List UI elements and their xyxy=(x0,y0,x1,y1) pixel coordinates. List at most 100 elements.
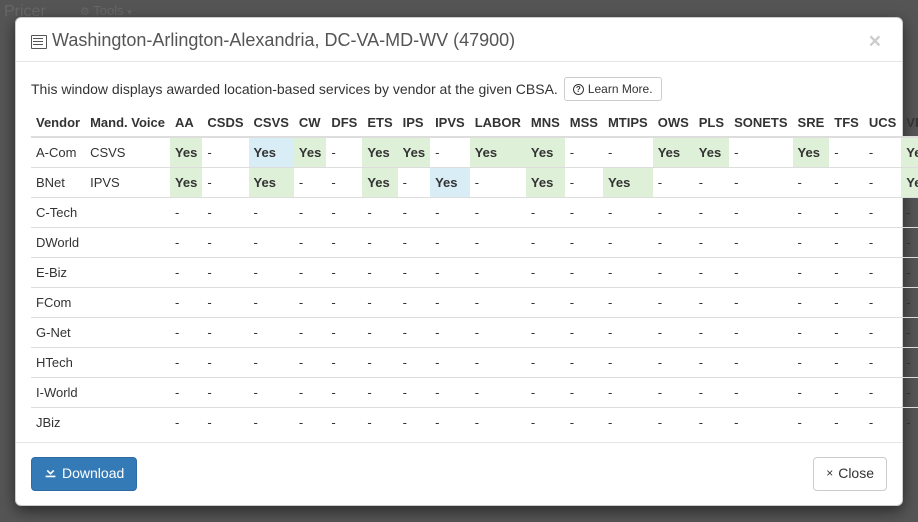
table-row: G-Net------------------- xyxy=(31,318,918,348)
service-cell: - xyxy=(901,348,918,378)
download-label: Download xyxy=(62,464,124,484)
modal-footer: Download × Close xyxy=(16,442,902,505)
service-cell: - xyxy=(470,348,526,378)
service-cell: Yes xyxy=(294,137,326,168)
service-cell: - xyxy=(565,318,603,348)
service-cell: - xyxy=(249,348,294,378)
service-cell: - xyxy=(694,228,729,258)
col-header[interactable]: MNS xyxy=(526,109,565,137)
service-cell: - xyxy=(202,408,248,438)
service-cell: - xyxy=(326,228,362,258)
col-header[interactable]: SRE xyxy=(793,109,830,137)
table-row: E-Biz------------------- xyxy=(31,258,918,288)
service-cell: - xyxy=(829,408,864,438)
download-button[interactable]: Download xyxy=(31,457,137,491)
col-header[interactable]: MTIPS xyxy=(603,109,653,137)
service-cell: - xyxy=(398,318,430,348)
col-header[interactable]: DFS xyxy=(326,109,362,137)
service-cell: - xyxy=(793,288,830,318)
table-row: FCom------------------- xyxy=(31,288,918,318)
service-cell: - xyxy=(398,348,430,378)
service-cell: - xyxy=(326,408,362,438)
service-cell: - xyxy=(901,258,918,288)
service-cell: - xyxy=(864,408,901,438)
service-cell: - xyxy=(694,378,729,408)
service-cell: - xyxy=(829,137,864,168)
mand-voice-cell xyxy=(85,378,170,408)
col-header[interactable]: AA xyxy=(170,109,202,137)
service-cell: - xyxy=(398,198,430,228)
question-icon: ? xyxy=(573,84,584,95)
col-header[interactable]: CW xyxy=(294,109,326,137)
service-cell: Yes xyxy=(249,137,294,168)
service-cell: Yes xyxy=(430,168,470,198)
col-header[interactable]: PLS xyxy=(694,109,729,137)
service-cell: - xyxy=(170,228,202,258)
table-row: A-ComCSVSYes-YesYes-YesYes-YesYes--YesYe… xyxy=(31,137,918,168)
col-header[interactable]: UCS xyxy=(864,109,901,137)
service-cell: - xyxy=(901,288,918,318)
service-cell: - xyxy=(565,288,603,318)
service-cell: Yes xyxy=(901,168,918,198)
service-cell: - xyxy=(864,348,901,378)
service-cell: - xyxy=(653,378,694,408)
table-row: JBiz------------------- xyxy=(31,408,918,438)
mand-voice-cell xyxy=(85,318,170,348)
service-cell: - xyxy=(565,198,603,228)
download-icon xyxy=(44,465,57,483)
service-cell: - xyxy=(470,168,526,198)
service-cell: - xyxy=(653,258,694,288)
service-cell: - xyxy=(362,228,397,258)
service-cell: - xyxy=(901,378,918,408)
vendor-cell: HTech xyxy=(31,348,85,378)
service-cell: - xyxy=(326,378,362,408)
col-header[interactable]: IPS xyxy=(398,109,430,137)
service-cell: - xyxy=(829,258,864,288)
service-cell: - xyxy=(170,348,202,378)
col-header[interactable]: CSVS xyxy=(249,109,294,137)
service-cell: - xyxy=(326,318,362,348)
service-cell: - xyxy=(170,258,202,288)
service-cell: - xyxy=(249,198,294,228)
service-cell: - xyxy=(729,258,792,288)
service-cell: - xyxy=(249,228,294,258)
vendor-cell: JBiz xyxy=(31,408,85,438)
service-cell: - xyxy=(729,198,792,228)
service-cell: - xyxy=(170,198,202,228)
learn-more-button[interactable]: ? Learn More. xyxy=(564,77,662,101)
col-header[interactable]: SONETS xyxy=(729,109,792,137)
col-header[interactable]: TFS xyxy=(829,109,864,137)
service-cell: - xyxy=(565,168,603,198)
vendor-cell: G-Net xyxy=(31,318,85,348)
vendor-cell: C-Tech xyxy=(31,198,85,228)
service-cell: - xyxy=(430,258,470,288)
service-cell: - xyxy=(249,288,294,318)
service-cell: - xyxy=(603,198,653,228)
col-header[interactable]: CSDS xyxy=(202,109,248,137)
service-cell: - xyxy=(864,378,901,408)
service-cell: Yes xyxy=(901,137,918,168)
col-header[interactable]: LABOR xyxy=(470,109,526,137)
col-header[interactable]: MSS xyxy=(565,109,603,137)
service-cell: - xyxy=(202,258,248,288)
service-cell: - xyxy=(526,348,565,378)
service-cell: - xyxy=(653,168,694,198)
col-header[interactable]: ETS xyxy=(362,109,397,137)
service-cell: - xyxy=(326,258,362,288)
service-cell: - xyxy=(362,408,397,438)
col-header[interactable]: IPVS xyxy=(430,109,470,137)
vendor-cell: A-Com xyxy=(31,137,85,168)
col-header[interactable]: Mand. Voice xyxy=(85,109,170,137)
service-cell: - xyxy=(565,137,603,168)
close-button[interactable]: × Close xyxy=(813,457,887,491)
modal-title: Washington-Arlington-Alexandria, DC-VA-M… xyxy=(31,30,887,51)
col-header[interactable]: VPNS xyxy=(901,109,918,137)
service-cell: - xyxy=(829,318,864,348)
close-icon[interactable]: × xyxy=(863,30,887,53)
table-body: A-ComCSVSYes-YesYes-YesYes-YesYes--YesYe… xyxy=(31,137,918,437)
col-header[interactable]: OWS xyxy=(653,109,694,137)
col-header[interactable]: Vendor xyxy=(31,109,85,137)
service-cell: - xyxy=(202,137,248,168)
service-cell: - xyxy=(603,408,653,438)
service-cell: - xyxy=(829,228,864,258)
